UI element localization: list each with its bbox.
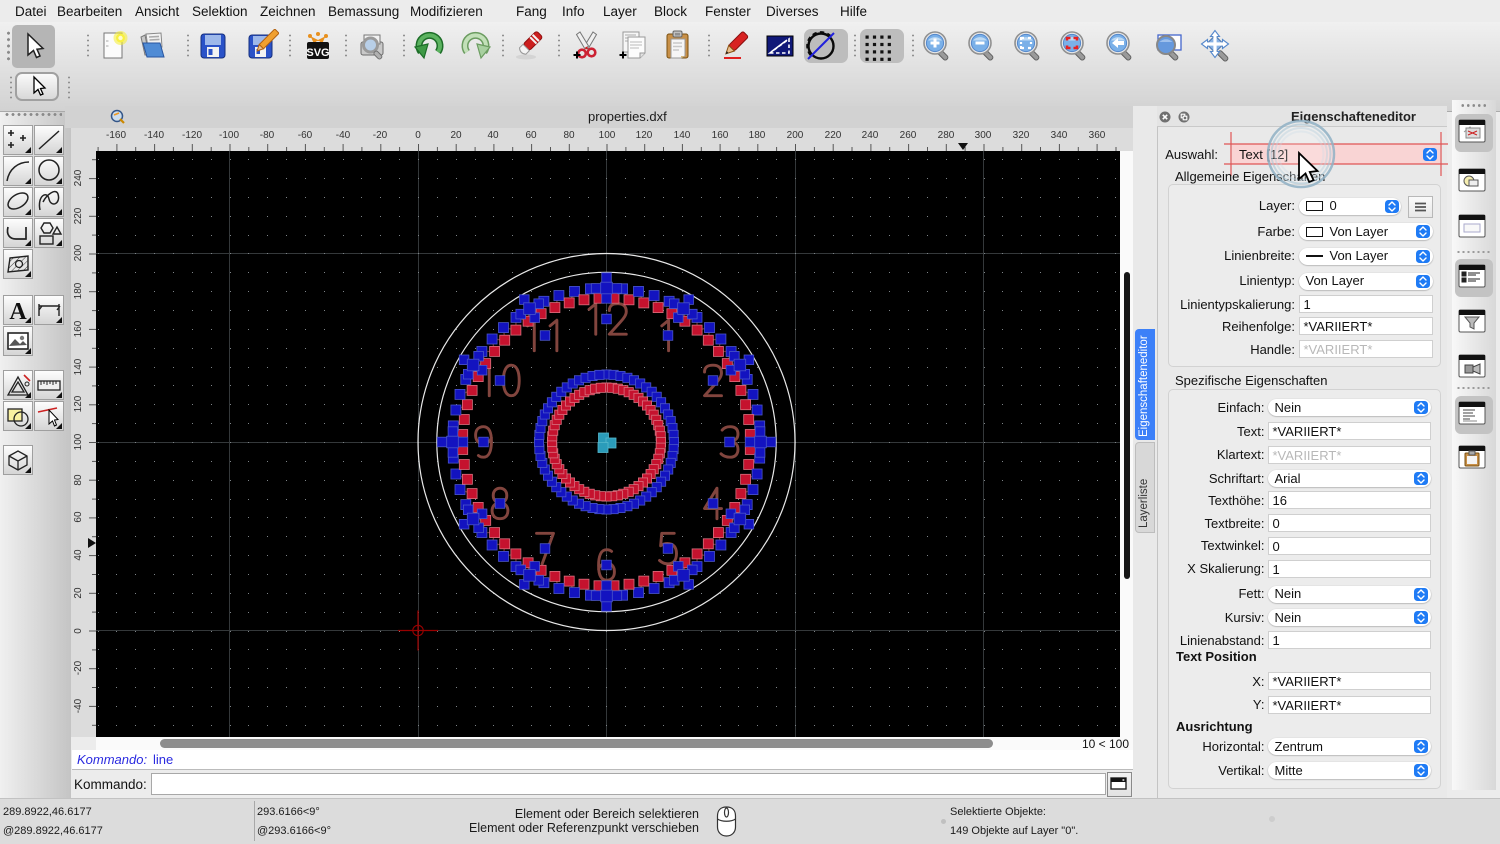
svg-text:SVG: SVG [306, 47, 329, 59]
svg-text:A: A [9, 299, 27, 324]
